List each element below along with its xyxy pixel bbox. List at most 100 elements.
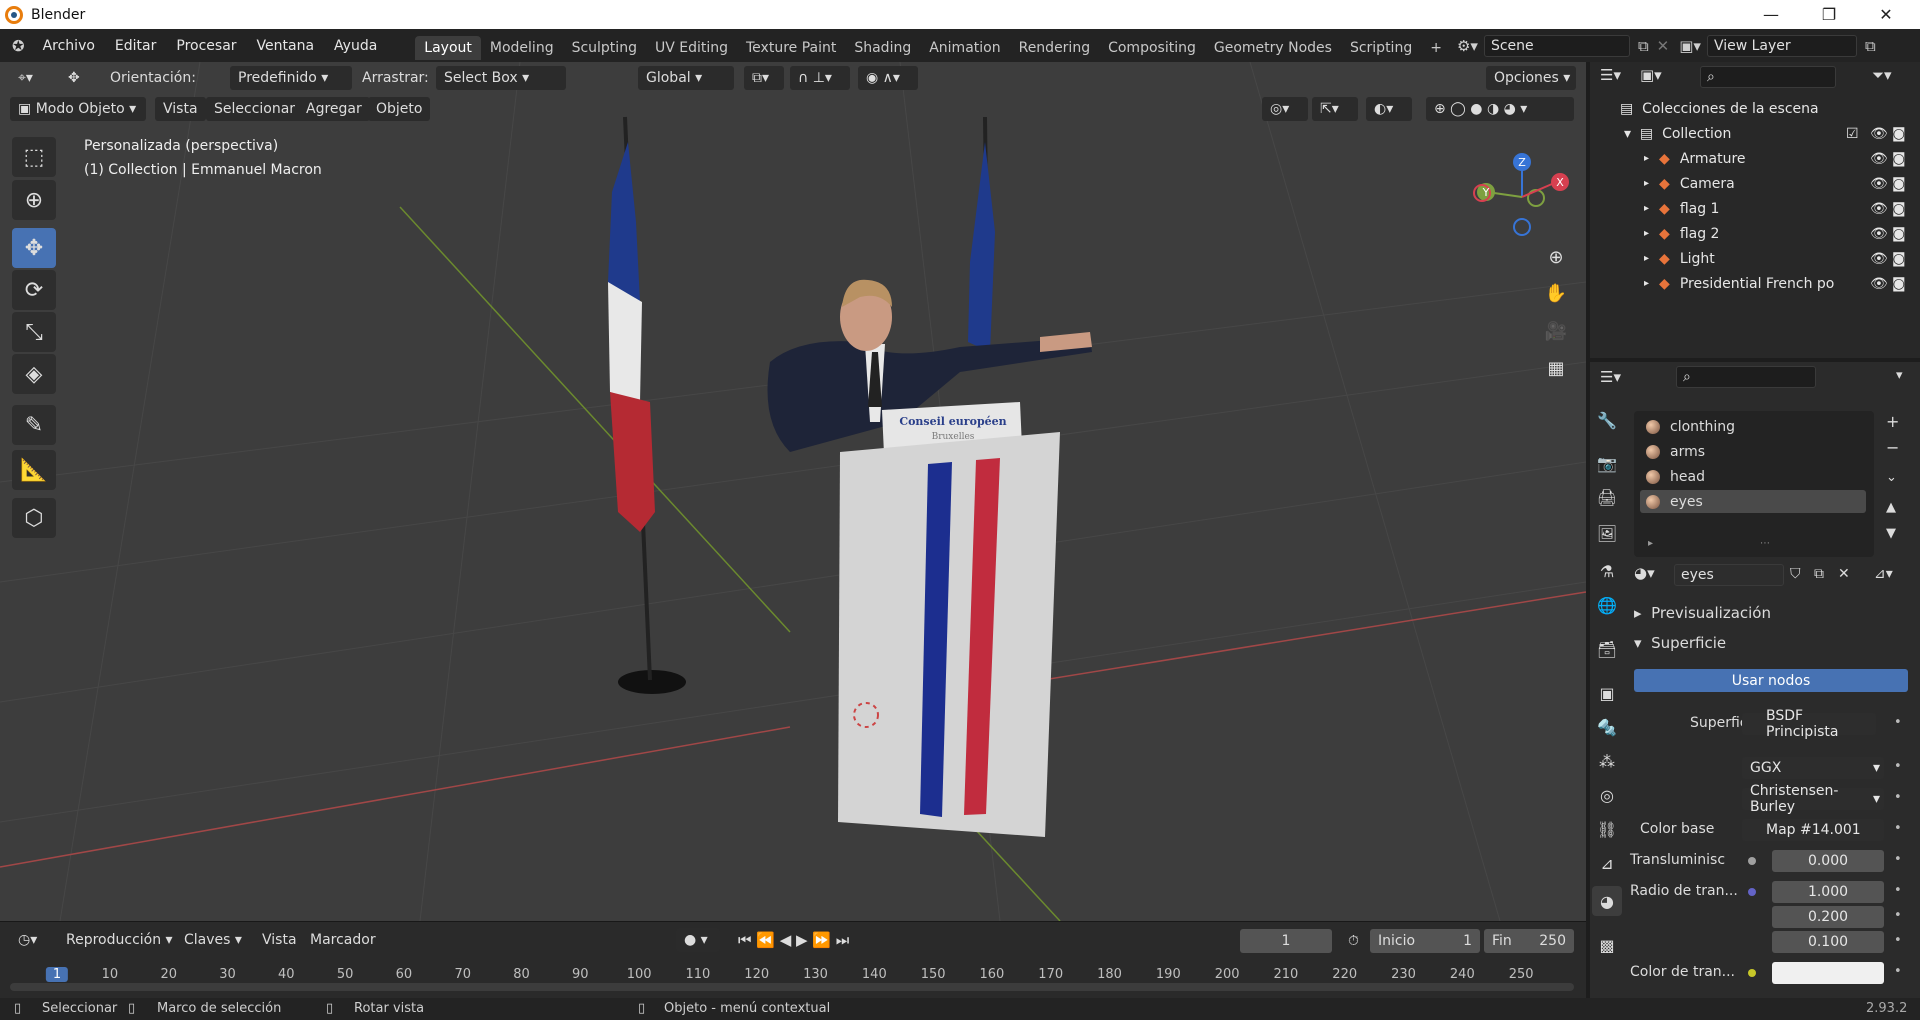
duplicate-material-icon[interactable]: ⧉ bbox=[1814, 566, 1824, 582]
menu-seleccionar[interactable]: Seleccionar bbox=[206, 97, 304, 121]
scale-tool-icon[interactable]: ⤡ bbox=[12, 312, 56, 352]
property-value[interactable]: 1.000 bbox=[1772, 881, 1884, 903]
outliner-item[interactable]: ▸ ◆ Presidential French po 👁 ◙ bbox=[1590, 271, 1920, 296]
socket-dot-icon[interactable] bbox=[1748, 969, 1756, 977]
expand-icon[interactable]: ▸ bbox=[1644, 203, 1649, 214]
view-layer-tab-icon[interactable]: 🖼 bbox=[1592, 518, 1622, 548]
current-frame-field[interactable]: 1 bbox=[1240, 929, 1332, 953]
remove-slot-icon[interactable]: − bbox=[1886, 438, 1899, 457]
menu-vista[interactable]: Vista bbox=[155, 97, 206, 121]
property-value[interactable] bbox=[1772, 962, 1884, 984]
render-tab-icon[interactable]: 📷 bbox=[1592, 448, 1622, 478]
snap-icon[interactable]: ∩ ⊥▾ bbox=[790, 66, 850, 90]
property-value[interactable]: Map #14.001 bbox=[1742, 819, 1884, 841]
tab-uv-editing[interactable]: UV Editing bbox=[646, 36, 737, 60]
modifier-tab-icon[interactable]: 🔩 bbox=[1592, 712, 1622, 742]
keyframe-dot-icon[interactable]: • bbox=[1894, 821, 1902, 836]
property-value[interactable]: 0.100 bbox=[1772, 931, 1884, 953]
filter-icon[interactable]: ⏷▾ bbox=[1872, 66, 1892, 84]
outliner-item[interactable]: ▸ ◆ flag 2 👁 ◙ bbox=[1590, 221, 1920, 246]
playback-controls[interactable]: ⏮ ⏪ ◀ ▶ ⏩ ⏭ bbox=[730, 928, 886, 952]
outliner-editor-icon[interactable]: ☰▾ bbox=[1600, 66, 1621, 84]
property-value[interactable]: 0.200 bbox=[1772, 906, 1884, 928]
editor-type-icon[interactable]: ⌖▾ bbox=[10, 66, 50, 90]
expand-icon[interactable]: ▸ bbox=[1644, 278, 1649, 289]
expand-icon[interactable]: ▸ bbox=[1644, 228, 1649, 239]
particles-tab-icon[interactable]: ⁂ bbox=[1592, 746, 1622, 776]
pivot-icon[interactable]: ⧉▾ bbox=[744, 66, 784, 90]
keyframe-dot-icon[interactable]: • bbox=[1894, 964, 1902, 979]
property-value[interactable]: 0.000 bbox=[1772, 850, 1884, 872]
rotate-tool-icon[interactable]: ⟳ bbox=[12, 270, 56, 310]
tab-layout[interactable]: Layout bbox=[415, 35, 481, 60]
view-layer-icon[interactable]: ▣▾ bbox=[1679, 37, 1701, 55]
transform-icon[interactable]: ✥ bbox=[60, 66, 88, 90]
material-name-field[interactable]: eyes bbox=[1674, 564, 1784, 586]
link-type-icon[interactable]: ⊿▾ bbox=[1874, 566, 1893, 582]
keyframe-dot-icon[interactable]: • bbox=[1894, 759, 1902, 774]
display-mode-icon[interactable]: ▣▾ bbox=[1640, 66, 1662, 84]
tab-rendering[interactable]: Rendering bbox=[1010, 36, 1100, 60]
add-cube-tool-icon[interactable]: ⬡ bbox=[12, 498, 56, 538]
annotate-tool-icon[interactable]: ✎ bbox=[12, 405, 56, 445]
new-view-layer-icon[interactable]: ⧉ bbox=[1865, 37, 1876, 55]
transform-tool-icon[interactable]: ◈ bbox=[12, 354, 56, 394]
outliner-item[interactable]: ▸ ◆ Light 👁 ◙ bbox=[1590, 246, 1920, 271]
cursor-tool-icon[interactable]: ⊕ bbox=[12, 180, 56, 220]
collection-checkbox[interactable]: ☑ bbox=[1846, 126, 1859, 142]
output-tab-icon[interactable]: 🖨 bbox=[1592, 482, 1622, 512]
close-button[interactable]: ✕ bbox=[1862, 0, 1910, 29]
slot-specials-icon[interactable]: ⌄ bbox=[1886, 470, 1897, 485]
outliner-item[interactable]: ▸ ◆ Armature 👁 ◙ bbox=[1590, 146, 1920, 171]
resize-handle-icon[interactable]: ⋯ bbox=[1760, 538, 1770, 549]
options-dropdown[interactable]: Opciones ▾ bbox=[1486, 66, 1576, 90]
pan-hand-icon[interactable]: ✋ bbox=[1540, 277, 1572, 309]
menu-archivo[interactable]: Archivo bbox=[33, 38, 105, 54]
keyframe-dot-icon[interactable]: • bbox=[1894, 933, 1902, 948]
menu-objeto[interactable]: Objeto bbox=[368, 97, 431, 121]
scene-name-field[interactable]: Scene bbox=[1483, 34, 1630, 57]
eye-icon[interactable]: 👁 bbox=[1870, 151, 1888, 167]
render-camera-icon[interactable]: ◙ bbox=[1892, 151, 1906, 167]
eye-icon[interactable]: 👁 bbox=[1870, 251, 1888, 267]
new-scene-icon[interactable]: ⧉ bbox=[1638, 37, 1649, 55]
data-tab-icon[interactable]: ⊿ bbox=[1592, 848, 1622, 878]
shading-mode-icons[interactable]: ⊕ ◯ ● ◑ ◕ ▾ bbox=[1426, 97, 1574, 121]
eye-icon[interactable]: 👁 bbox=[1870, 126, 1888, 142]
socket-dot-icon[interactable] bbox=[1748, 857, 1756, 865]
proportional-edit-icon[interactable]: ◉ ∧▾ bbox=[858, 66, 918, 90]
surface-panel-header[interactable]: ▾ Superficie bbox=[1634, 634, 1726, 652]
add-workspace-icon[interactable]: + bbox=[1421, 36, 1451, 60]
physics-tab-icon[interactable]: ◎ bbox=[1592, 780, 1622, 810]
outliner-item[interactable]: ▸ ◆ flag 1 👁 ◙ bbox=[1590, 196, 1920, 221]
menu-timeline-vista[interactable]: Vista bbox=[254, 928, 305, 952]
properties-options-icon[interactable]: ▾ bbox=[1896, 368, 1903, 383]
select-box-tool-icon[interactable]: ⬚ bbox=[12, 137, 56, 177]
eye-icon[interactable]: 👁 bbox=[1870, 201, 1888, 217]
eye-icon[interactable]: 👁 bbox=[1870, 276, 1888, 292]
outliner-item[interactable]: ▸ ◆ Camera 👁 ◙ bbox=[1590, 171, 1920, 196]
eye-icon[interactable]: 👁 bbox=[1870, 226, 1888, 242]
overlay-icon[interactable]: ◐▾ bbox=[1366, 97, 1412, 121]
drag-dropdown[interactable]: Select Box ▾ bbox=[436, 66, 566, 90]
scene-icon[interactable]: ⚙▾ bbox=[1457, 37, 1478, 55]
timeline-scrollbar[interactable] bbox=[10, 983, 1574, 991]
end-frame-field[interactable]: Fin 250 bbox=[1484, 929, 1574, 953]
preview-panel-header[interactable]: ▸ Previsualización bbox=[1634, 604, 1771, 622]
properties-editor-icon[interactable]: ☰▾ bbox=[1600, 368, 1621, 386]
use-nodes-button[interactable]: Usar nodos bbox=[1634, 669, 1908, 692]
expand-list-icon[interactable]: ▸ bbox=[1648, 538, 1653, 549]
menu-editar[interactable]: Editar bbox=[105, 38, 166, 54]
menu-marcador[interactable]: Marcador bbox=[302, 928, 384, 952]
browse-material-icon[interactable]: ◕▾ bbox=[1634, 564, 1655, 582]
menu-reproduccion[interactable]: Reproducción ▾ bbox=[58, 928, 181, 952]
scene-tab-icon[interactable]: ⚗ bbox=[1592, 556, 1622, 586]
outliner-search-input[interactable]: ⌕ bbox=[1700, 66, 1836, 88]
render-camera-icon[interactable]: ◙ bbox=[1892, 226, 1906, 242]
render-camera-icon[interactable]: ◙ bbox=[1892, 251, 1906, 267]
unlink-material-icon[interactable]: ✕ bbox=[1838, 566, 1850, 582]
menu-ventana[interactable]: Ventana bbox=[247, 38, 325, 54]
keyframe-dot-icon[interactable]: • bbox=[1894, 883, 1902, 898]
material-slot[interactable]: clonthing bbox=[1640, 415, 1866, 438]
auto-key-icon[interactable]: ● ▾ bbox=[676, 928, 720, 952]
